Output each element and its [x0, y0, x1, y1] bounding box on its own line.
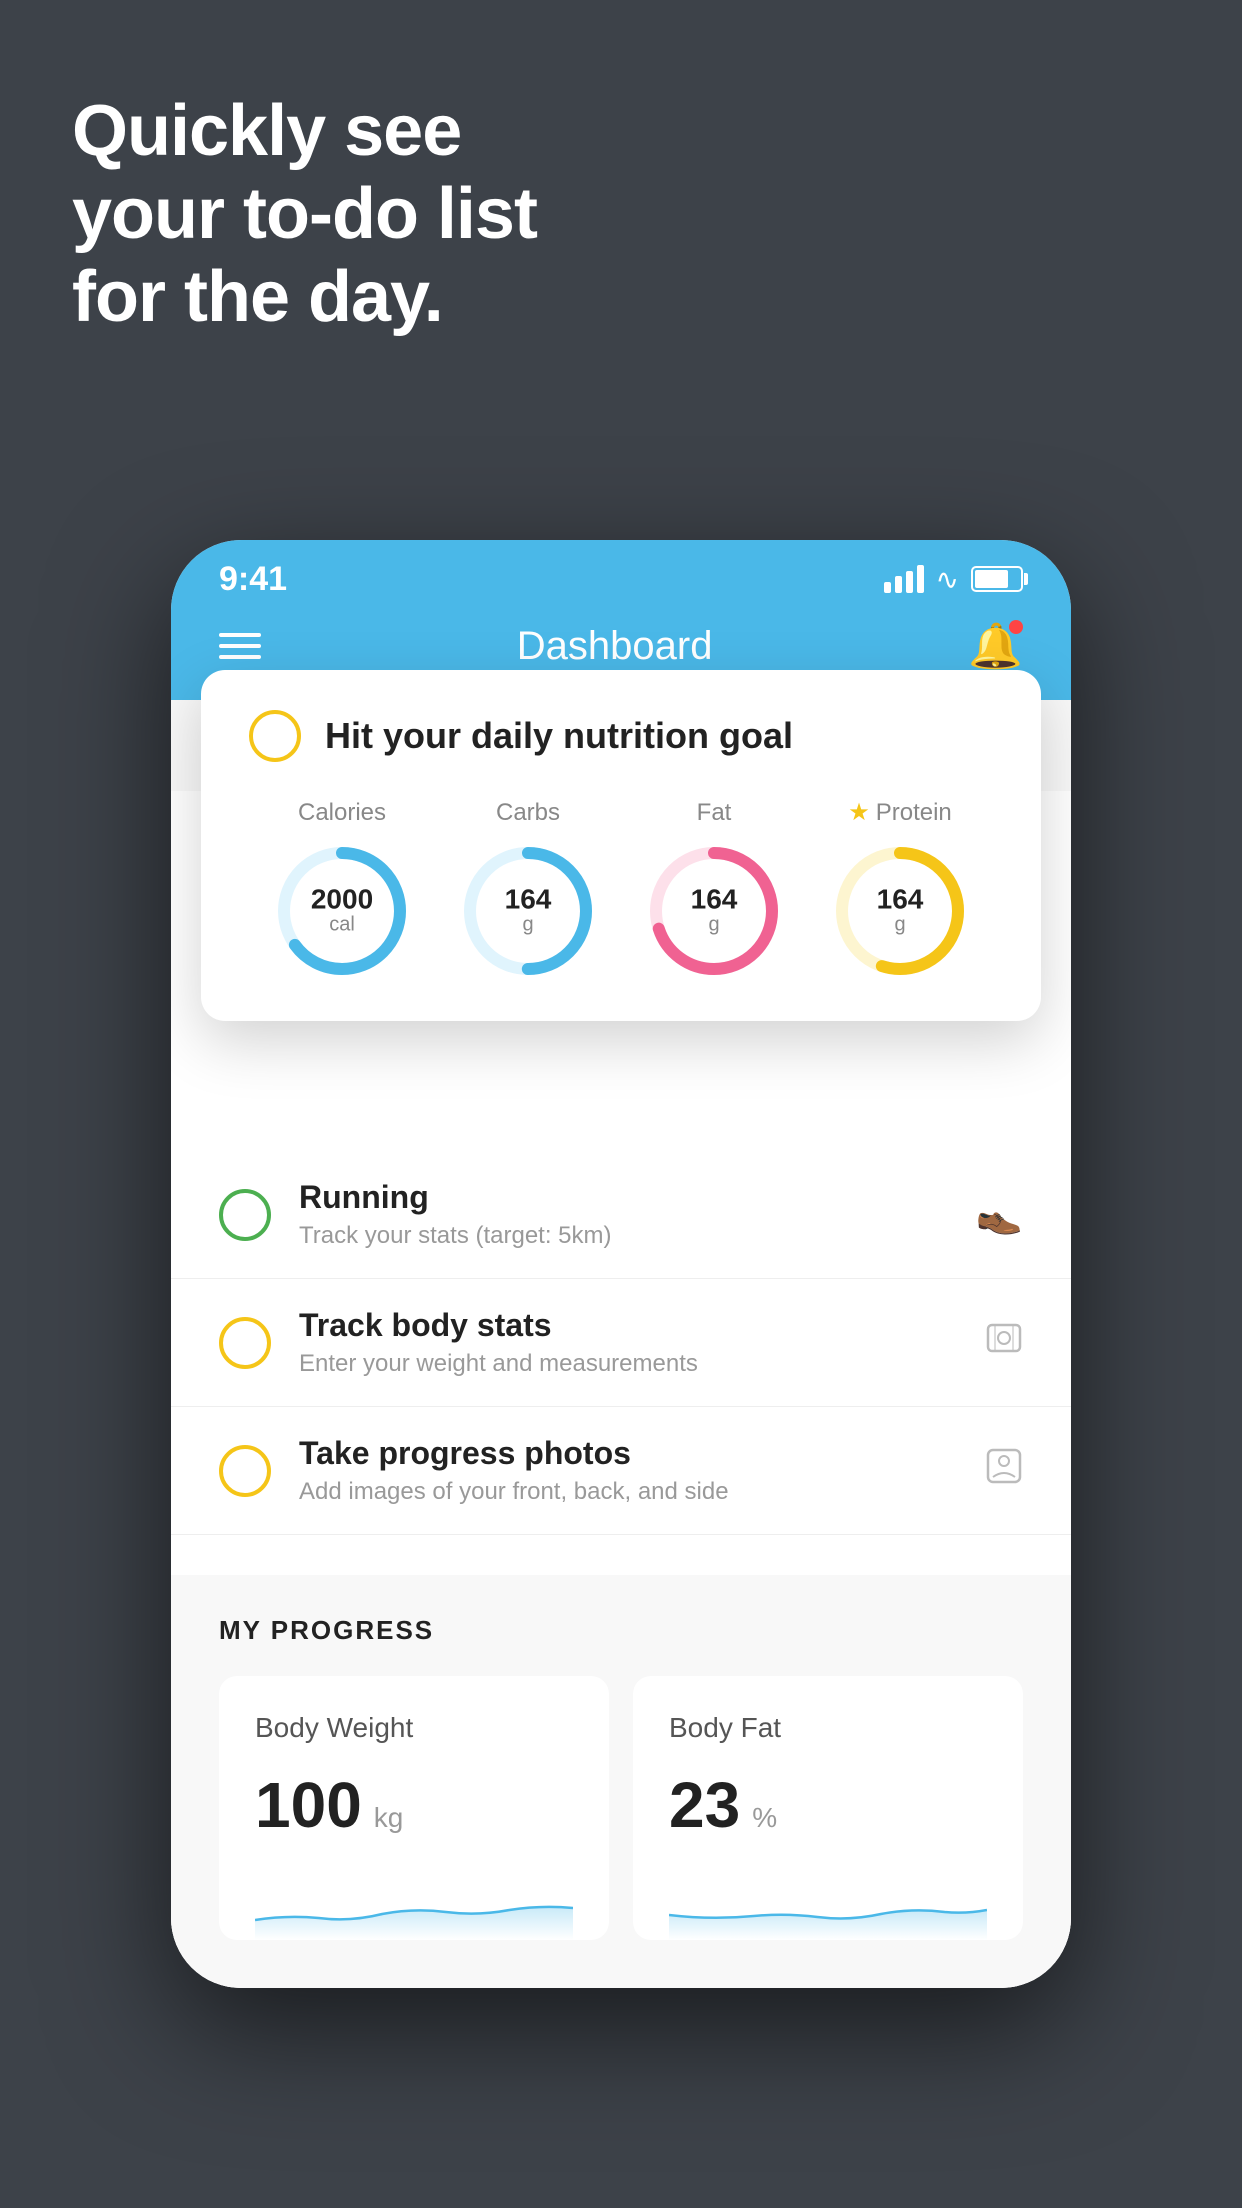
- todo-item-photos[interactable]: Take progress photos Add images of your …: [171, 1407, 1071, 1535]
- progress-section: MY PROGRESS Body Weight 100 kg: [171, 1575, 1071, 1988]
- body-weight-value: 100: [255, 1768, 362, 1842]
- phone-content: THINGS TO DO TODAY Hit your daily nutrit…: [171, 700, 1071, 1988]
- todo-subtitle-body-stats: Enter your weight and measurements: [299, 1350, 985, 1378]
- fat-stat: Fat 164 g: [644, 799, 784, 981]
- protein-unit: g: [877, 914, 924, 937]
- star-icon: ★: [848, 798, 870, 827]
- carbs-value: 164: [505, 885, 552, 913]
- carbs-ring: 164 g: [458, 841, 598, 981]
- spacer: [171, 1535, 1071, 1575]
- nav-title: Dashboard: [517, 624, 713, 669]
- progress-title: MY PROGRESS: [219, 1615, 1023, 1646]
- todo-item-running[interactable]: Running Track your stats (target: 5km) 👞: [171, 1151, 1071, 1279]
- protein-value-container: 164 g: [877, 886, 924, 937]
- todo-title-body-stats: Track body stats: [299, 1307, 985, 1344]
- body-weight-value-row: 100 kg: [255, 1768, 573, 1842]
- body-weight-chart: [255, 1870, 573, 1940]
- todo-text-running: Running Track your stats (target: 5km): [299, 1179, 976, 1250]
- nutrition-card[interactable]: Hit your daily nutrition goal Calories: [201, 670, 1041, 1021]
- signal-icon: [884, 565, 924, 593]
- body-fat-unit: %: [752, 1802, 777, 1834]
- body-weight-card[interactable]: Body Weight 100 kg: [219, 1676, 609, 1940]
- notification-button[interactable]: 🔔: [968, 620, 1023, 672]
- protein-stat: ★ Protein 164 g: [830, 798, 970, 981]
- status-time: 9:41: [219, 560, 287, 599]
- fat-value: 164: [691, 885, 738, 913]
- body-fat-value: 23: [669, 1768, 740, 1842]
- wifi-icon: ∿: [936, 563, 959, 596]
- scale-icon: [985, 1319, 1023, 1367]
- status-icons: ∿: [884, 563, 1023, 596]
- protein-ring: 164 g: [830, 841, 970, 981]
- carbs-value-container: 164 g: [505, 885, 552, 936]
- todo-text-body-stats: Track body stats Enter your weight and m…: [299, 1307, 985, 1378]
- todo-subtitle-photos: Add images of your front, back, and side: [299, 1478, 985, 1506]
- body-fat-chart: [669, 1870, 987, 1940]
- calories-value-container: 2000 cal: [311, 885, 373, 936]
- todo-checkbox-body-stats[interactable]: [219, 1317, 271, 1369]
- body-fat-card[interactable]: Body Fat 23 %: [633, 1676, 1023, 1940]
- todo-subtitle-running: Track your stats (target: 5km): [299, 1222, 976, 1250]
- calories-value: 2000: [311, 885, 373, 913]
- page-background: Quickly see your to-do list for the day.…: [0, 0, 1242, 2208]
- protein-label: Protein: [876, 799, 952, 827]
- todo-title-running: Running: [299, 1179, 976, 1216]
- nutrition-card-title: Hit your daily nutrition goal: [325, 715, 793, 757]
- fat-unit: g: [691, 913, 738, 936]
- status-bar: 9:41 ∿: [171, 540, 1071, 608]
- battery-icon: [971, 566, 1023, 592]
- calories-stat: Calories 2000 cal: [272, 799, 412, 981]
- hero-line3: for the day.: [72, 256, 537, 339]
- fat-value-container: 164 g: [691, 885, 738, 936]
- person-icon: [985, 1447, 1023, 1495]
- hero-line1: Quickly see: [72, 90, 537, 173]
- hero-line2: your to-do list: [72, 173, 537, 256]
- body-weight-unit: kg: [374, 1802, 404, 1834]
- nutrition-stats: Calories 2000 cal: [249, 798, 993, 981]
- carbs-label: Carbs: [496, 799, 560, 827]
- progress-cards: Body Weight 100 kg: [219, 1676, 1023, 1940]
- todo-text-photos: Take progress photos Add images of your …: [299, 1435, 985, 1506]
- calories-unit: cal: [311, 913, 373, 936]
- hero-text: Quickly see your to-do list for the day.: [72, 90, 537, 338]
- nutrition-card-header: Hit your daily nutrition goal: [249, 710, 993, 762]
- todo-title-photos: Take progress photos: [299, 1435, 985, 1472]
- shoe-icon: 👞: [976, 1193, 1023, 1237]
- calories-ring: 2000 cal: [272, 841, 412, 981]
- nutrition-checkbox[interactable]: [249, 710, 301, 762]
- carbs-unit: g: [505, 913, 552, 936]
- phone-mockup: 9:41 ∿ Dashboard: [171, 540, 1071, 1988]
- menu-button[interactable]: [219, 633, 261, 659]
- fat-ring: 164 g: [644, 841, 784, 981]
- protein-label-container: ★ Protein: [848, 798, 952, 827]
- calories-label: Calories: [298, 799, 386, 827]
- notification-dot: [1009, 620, 1023, 634]
- todo-checkbox-running[interactable]: [219, 1189, 271, 1241]
- body-fat-value-row: 23 %: [669, 1768, 987, 1842]
- protein-value: 164: [877, 886, 924, 914]
- todo-item-body-stats[interactable]: Track body stats Enter your weight and m…: [171, 1279, 1071, 1407]
- fat-label: Fat: [697, 799, 732, 827]
- carbs-stat: Carbs 164 g: [458, 799, 598, 981]
- todo-list: Running Track your stats (target: 5km) 👞…: [171, 1151, 1071, 1988]
- todo-checkbox-photos[interactable]: [219, 1445, 271, 1497]
- body-weight-card-title: Body Weight: [255, 1712, 573, 1744]
- body-fat-card-title: Body Fat: [669, 1712, 987, 1744]
